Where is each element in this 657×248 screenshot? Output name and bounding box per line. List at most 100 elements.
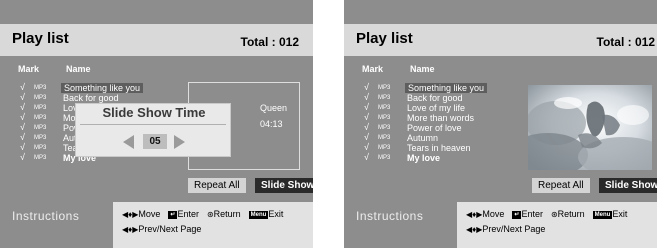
track-title: Autumn bbox=[407, 133, 439, 143]
enter-hint: Enter bbox=[521, 209, 543, 219]
format-label: MP3 bbox=[34, 135, 47, 141]
format-label: MP3 bbox=[34, 155, 47, 161]
track-row[interactable]: √ MP3 Something like you bbox=[20, 82, 180, 93]
check-icon: √ bbox=[364, 132, 369, 142]
check-icon: √ bbox=[20, 122, 25, 132]
enter-hint: Enter bbox=[177, 209, 199, 219]
header: Play list Total : 012 bbox=[344, 0, 657, 56]
column-name: Name bbox=[66, 64, 91, 74]
exit-hint: Exit bbox=[268, 209, 284, 219]
move-arrows-icon: ◀♦▶ bbox=[122, 210, 139, 220]
check-icon: √ bbox=[364, 92, 369, 102]
format-label: MP3 bbox=[378, 105, 391, 111]
dialog-divider bbox=[80, 124, 226, 125]
check-icon: √ bbox=[20, 132, 25, 142]
track-title: Power of love bbox=[407, 123, 462, 133]
track-row[interactable]: √ MP3 Autumn bbox=[364, 132, 524, 143]
duration-label: 04:13 bbox=[260, 119, 283, 129]
move-hint: Move bbox=[138, 209, 161, 219]
check-icon: √ bbox=[364, 82, 369, 92]
track-title: Tears in heaven bbox=[407, 143, 471, 153]
instructions-bar: Instructions ◀♦▶Move ↵ Enter ⊛Return Menu Exi… bbox=[344, 202, 657, 248]
track-row[interactable]: √ MP3 More than words bbox=[364, 112, 524, 123]
check-icon: √ bbox=[20, 92, 25, 102]
return-icon: ⊛ bbox=[550, 210, 558, 220]
return-icon: ⊛ bbox=[206, 210, 214, 220]
track-title: Back for good bbox=[407, 93, 463, 103]
key-hints-row-1: ◀♦▶Move ↵ Enter ⊛Return Menu Exit bbox=[466, 209, 627, 219]
format-label: MP3 bbox=[34, 85, 47, 91]
format-label: MP3 bbox=[34, 95, 47, 101]
format-label: MP3 bbox=[378, 125, 391, 131]
format-label: MP3 bbox=[34, 115, 47, 121]
artist-label: Queen bbox=[260, 103, 288, 113]
track-title: Love of my life bbox=[407, 103, 466, 113]
page-arrows-icon: ◀♦▶ bbox=[466, 225, 483, 235]
check-icon: √ bbox=[20, 112, 25, 122]
check-icon: √ bbox=[364, 152, 369, 162]
increase-arrow-icon[interactable] bbox=[174, 135, 185, 149]
exit-hint: Exit bbox=[612, 209, 628, 219]
format-label: MP3 bbox=[378, 95, 391, 101]
move-hint: Move bbox=[482, 209, 505, 219]
decrease-arrow-icon[interactable] bbox=[123, 135, 134, 149]
track-list: √ MP3 Something like you √ MP3 Back for good… bbox=[364, 82, 524, 163]
instructions-bar: Instructions ◀♦▶Move ↵ Enter ⊛Return Menu Exi… bbox=[0, 202, 313, 248]
slide-preview-image bbox=[528, 85, 652, 170]
return-hint: Return bbox=[213, 209, 241, 219]
track-title: My love bbox=[407, 153, 441, 163]
format-label: MP3 bbox=[378, 145, 391, 151]
format-label: MP3 bbox=[378, 115, 391, 121]
track-title: Something like you bbox=[405, 83, 488, 93]
playlist-title: Play list bbox=[12, 30, 69, 47]
slide-show-button[interactable]: Slide Show bbox=[255, 178, 313, 193]
format-label: MP3 bbox=[378, 85, 391, 91]
check-icon: √ bbox=[20, 142, 25, 152]
slide-show-time-value[interactable]: 05 bbox=[143, 134, 167, 149]
check-icon: √ bbox=[20, 82, 25, 92]
menu-key-icon: Menu bbox=[592, 210, 613, 219]
return-hint: Return bbox=[557, 209, 585, 219]
track-row[interactable]: √ MP3 My love bbox=[364, 152, 524, 163]
check-icon: √ bbox=[364, 102, 369, 112]
format-label: MP3 bbox=[34, 145, 47, 151]
check-icon: √ bbox=[20, 152, 25, 162]
playlist-tab[interactable]: Play list bbox=[344, 24, 464, 56]
check-icon: √ bbox=[364, 122, 369, 132]
slide-show-time-dialog: Slide Show Time 05 bbox=[75, 103, 231, 157]
track-row[interactable]: √ MP3 Tears in heaven bbox=[364, 142, 524, 153]
playlist-title: Play list bbox=[356, 30, 413, 47]
key-hints-row-1: ◀♦▶Move ↵ Enter ⊛Return Menu Exit bbox=[122, 209, 283, 219]
move-arrows-icon: ◀♦▶ bbox=[466, 210, 483, 220]
playlist-tab[interactable]: Play list bbox=[0, 24, 120, 56]
check-icon: √ bbox=[20, 102, 25, 112]
dialog-title: Slide Show Time bbox=[102, 105, 206, 120]
repeat-all-button[interactable]: Repeat All bbox=[188, 178, 246, 193]
page-arrows-icon: ◀♦▶ bbox=[122, 225, 139, 235]
track-row[interactable]: √ MP3 Love of my life bbox=[364, 102, 524, 113]
instructions-label: Instructions bbox=[356, 209, 424, 223]
track-row[interactable]: √ MP3 Back for good bbox=[20, 92, 180, 103]
track-row[interactable]: √ MP3 Something like you bbox=[364, 82, 524, 93]
repeat-all-button[interactable]: Repeat All bbox=[532, 178, 590, 193]
slide-show-button[interactable]: Slide Show bbox=[599, 178, 657, 193]
track-title: Back for good bbox=[63, 93, 119, 103]
check-icon: √ bbox=[364, 112, 369, 122]
page-hint: Prev/Next Page bbox=[138, 224, 202, 234]
left-screen: Play list Total : 012 Mark Name √ MP3 Some… bbox=[0, 0, 313, 248]
total-count: Total : 012 bbox=[596, 35, 655, 49]
total-count: Total : 012 bbox=[240, 35, 299, 49]
header: Play list Total : 012 bbox=[0, 0, 313, 56]
column-name: Name bbox=[410, 64, 435, 74]
format-label: MP3 bbox=[378, 155, 391, 161]
format-label: MP3 bbox=[378, 135, 391, 141]
menu-key-icon: Menu bbox=[248, 210, 269, 219]
track-row[interactable]: √ MP3 Back for good bbox=[364, 92, 524, 103]
track-row[interactable]: √ MP3 Power of love bbox=[364, 122, 524, 133]
page-hint: Prev/Next Page bbox=[482, 224, 546, 234]
instructions-label-box: Instructions bbox=[344, 202, 457, 248]
instructions-label: Instructions bbox=[12, 209, 80, 223]
key-hints-row-2: ◀♦▶Prev/Next Page bbox=[466, 224, 545, 234]
track-title: More than words bbox=[407, 113, 475, 123]
track-title: Something like you bbox=[61, 83, 144, 93]
